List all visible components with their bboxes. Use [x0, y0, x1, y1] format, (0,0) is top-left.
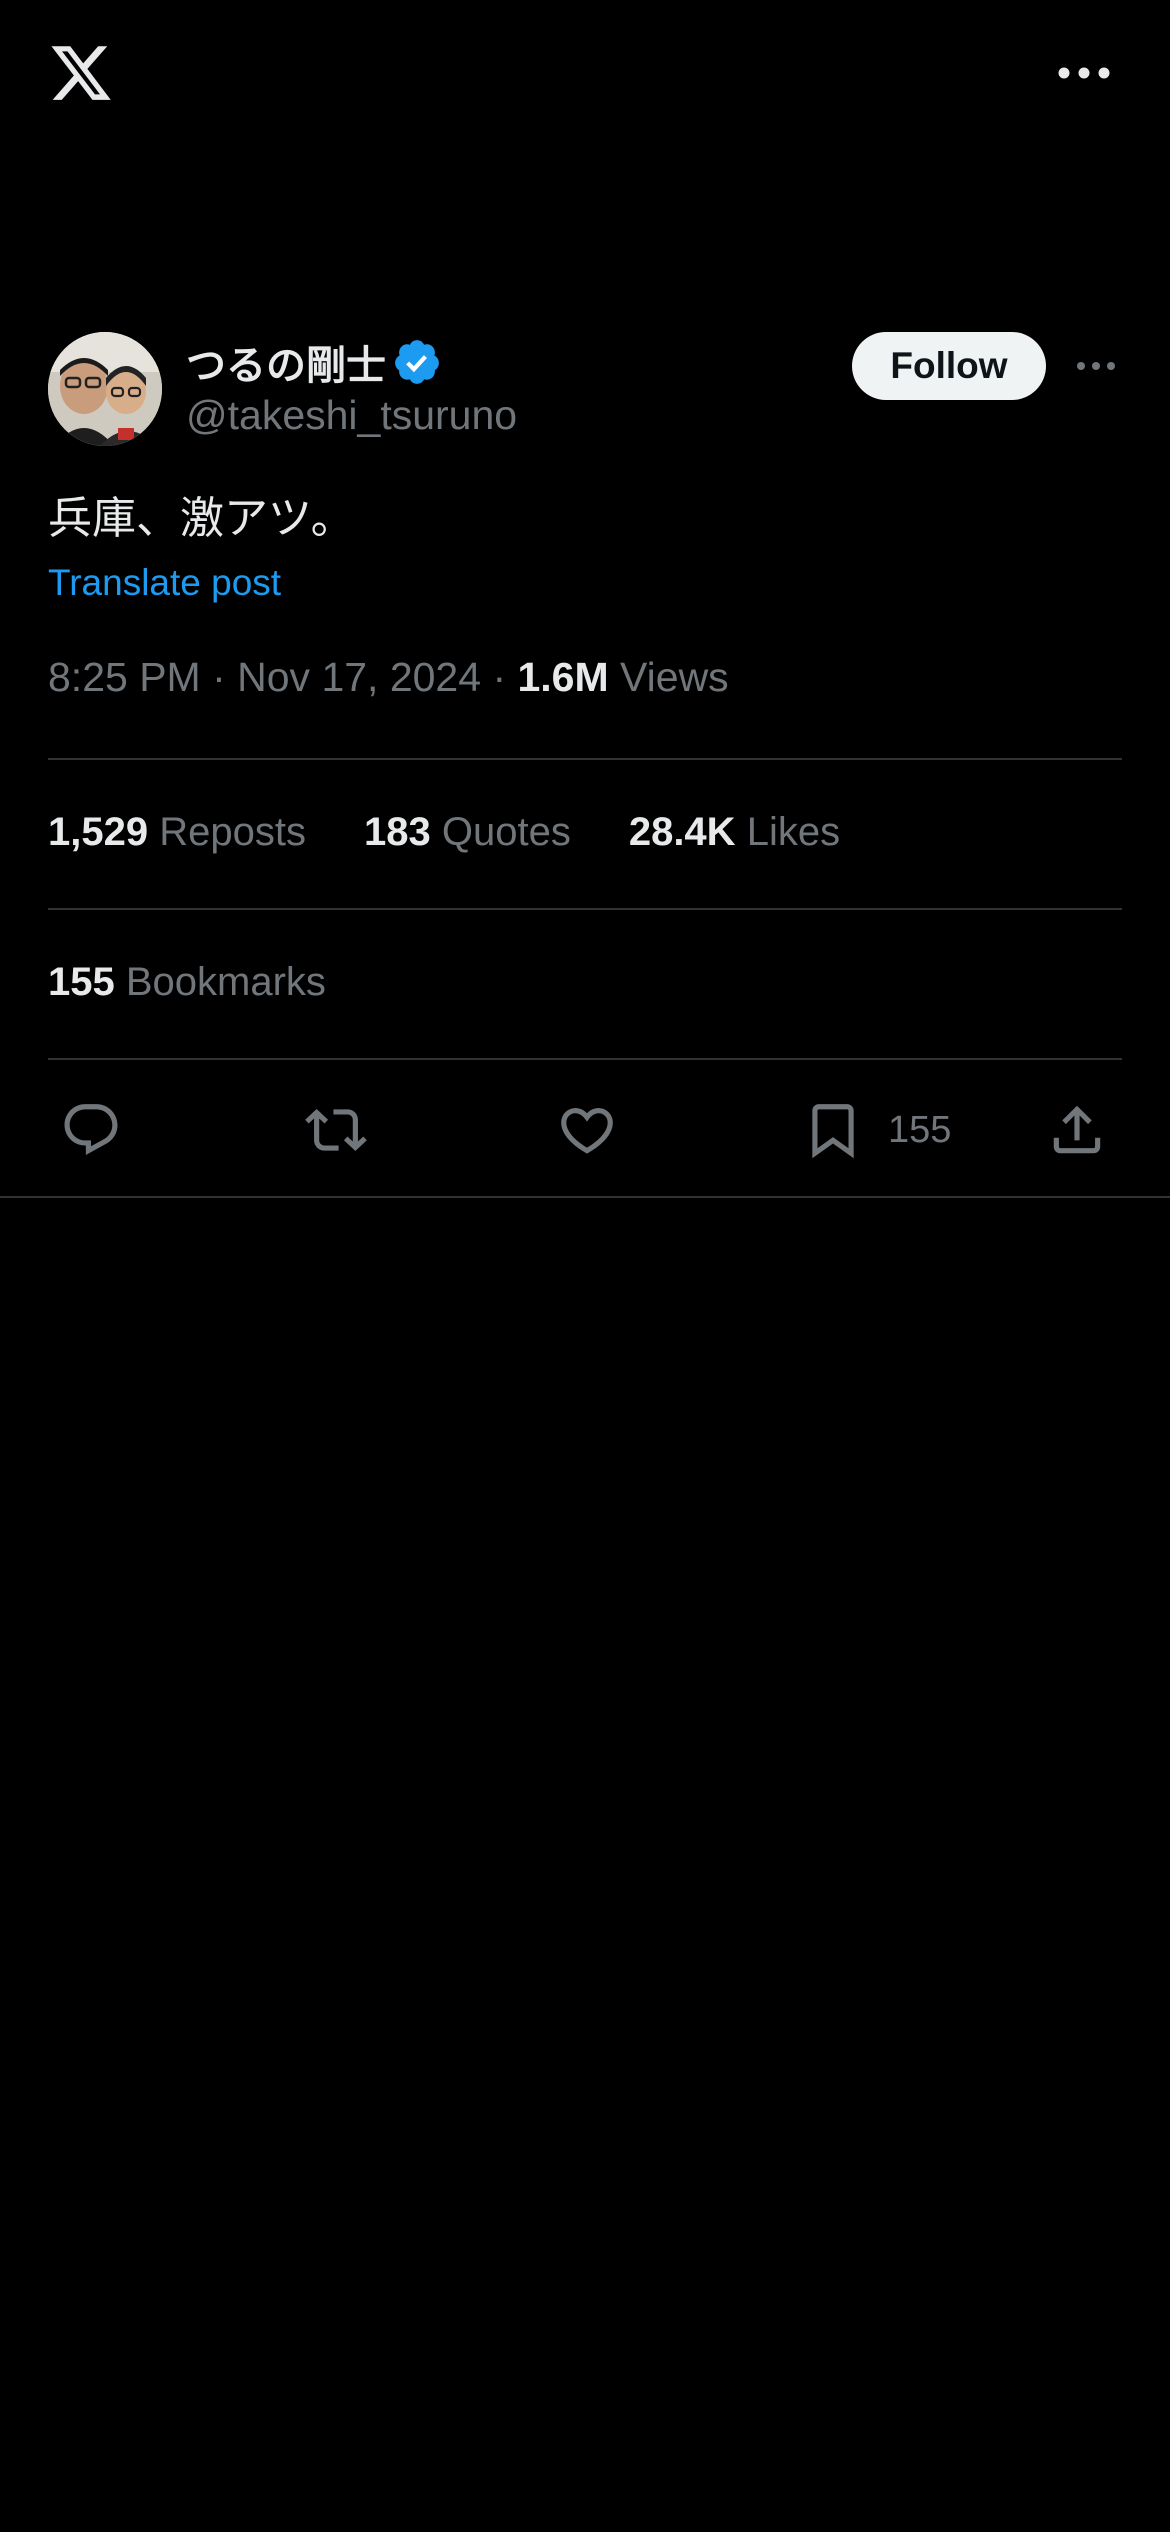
x-logo-icon[interactable]: [48, 40, 114, 106]
author-name-row: つるの剛士: [186, 332, 442, 392]
post-time[interactable]: 8:25 PM: [48, 654, 201, 700]
repost-button[interactable]: [305, 1090, 367, 1170]
action-bar: 155: [0, 1090, 1170, 1170]
likes-count: 28.4K: [628, 810, 736, 854]
reposts-stat[interactable]: 1,529 Reposts: [48, 810, 306, 855]
heart-icon: [561, 1108, 613, 1154]
reply-button[interactable]: [60, 1090, 122, 1170]
share-button[interactable]: [1046, 1090, 1108, 1170]
bookmarks-label: Bookmarks: [125, 960, 326, 1004]
post-date[interactable]: Nov 17, 2024: [237, 654, 481, 700]
share-icon: [1053, 1105, 1101, 1154]
divider: [48, 1058, 1122, 1060]
divider: [48, 908, 1122, 910]
post-meta: 8:25 PM · Nov 17, 2024 · 1.6M Views: [48, 654, 729, 701]
reposts-count: 1,529: [48, 810, 149, 854]
views-count: 1.6M: [517, 654, 609, 700]
follow-button[interactable]: Follow: [852, 332, 1046, 400]
stats-row: 1,529 Reposts 183 Quotes 28.4K Likes: [48, 810, 840, 855]
more-horizontal-icon[interactable]: [1056, 60, 1112, 86]
translate-post-link[interactable]: Translate post: [48, 562, 281, 604]
avatar-photo-icon: [48, 332, 162, 446]
bookmarks-count: 155: [48, 960, 115, 1004]
bookmark-icon: [812, 1104, 854, 1159]
views-label: Views: [620, 654, 729, 700]
avatar[interactable]: [48, 332, 162, 446]
meta-separator: ·: [481, 654, 518, 700]
divider: [48, 758, 1122, 760]
divider: [0, 1196, 1170, 1198]
post-more-icon[interactable]: [1076, 354, 1116, 378]
quotes-label: Quotes: [441, 810, 571, 854]
quotes-stat[interactable]: 183 Quotes: [364, 810, 571, 855]
verified-badge-icon: [395, 340, 439, 384]
meta-separator: ·: [200, 654, 238, 700]
quotes-count: 183: [363, 810, 431, 854]
top-bar: [0, 0, 1170, 150]
bookmark-count: 155: [888, 1108, 952, 1151]
display-name[interactable]: つるの剛士: [186, 333, 386, 391]
post-text: 兵庫、激アツ。: [48, 493, 355, 544]
bookmark-button[interactable]: 155: [802, 1090, 951, 1170]
bookmarks-stat[interactable]: 155 Bookmarks: [48, 960, 326, 1005]
likes-stat[interactable]: 28.4K Likes: [629, 810, 840, 855]
likes-label: Likes: [746, 810, 841, 854]
repost-icon: [305, 1109, 367, 1151]
reposts-label: Reposts: [159, 810, 306, 854]
author-handle[interactable]: @takeshi_tsuruno: [186, 392, 517, 439]
reply-icon: [64, 1104, 118, 1156]
like-button[interactable]: [556, 1090, 618, 1170]
